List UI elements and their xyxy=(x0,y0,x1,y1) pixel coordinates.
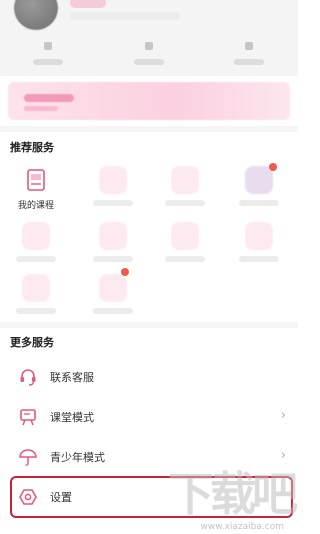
service-item[interactable] xyxy=(84,274,142,314)
headset-icon xyxy=(18,367,38,387)
service-icon xyxy=(99,222,127,250)
service-icon xyxy=(99,274,127,302)
watermark-url: www.xiazaiba.com xyxy=(200,522,284,532)
service-icon xyxy=(99,166,127,194)
whiteboard-icon xyxy=(18,407,38,427)
service-my-courses[interactable]: 我的课程 xyxy=(7,166,65,211)
list-item-contact-support[interactable]: 联系客服 xyxy=(0,357,298,397)
service-item[interactable] xyxy=(230,166,288,206)
service-icon xyxy=(245,166,273,194)
service-icon xyxy=(245,222,273,250)
umbrella-icon xyxy=(18,447,38,467)
list-item-label: 青少年模式 xyxy=(50,451,105,464)
notification-badge xyxy=(121,268,129,276)
service-icon xyxy=(171,166,199,194)
profile-header xyxy=(0,0,298,76)
section-divider xyxy=(0,126,298,132)
promo-banner[interactable] xyxy=(8,82,290,120)
more-services-title: 更多服务 xyxy=(10,336,54,349)
watermark-logo: 下载吧 xyxy=(168,467,298,521)
service-label: 我的课程 xyxy=(17,201,54,211)
course-book-icon xyxy=(22,166,50,194)
service-item[interactable] xyxy=(156,222,214,262)
chevron-right-icon: › xyxy=(280,408,286,423)
service-icon xyxy=(22,274,50,302)
user-info-blurred xyxy=(70,12,180,20)
notification-badge xyxy=(269,163,277,171)
service-item[interactable] xyxy=(84,222,142,262)
service-item[interactable] xyxy=(156,166,214,206)
service-icon xyxy=(171,222,199,250)
service-item[interactable] xyxy=(230,222,288,262)
user-name-blurred xyxy=(70,0,106,8)
avatar[interactable] xyxy=(14,0,58,30)
stat-item[interactable] xyxy=(119,42,179,65)
list-item-classroom-mode[interactable]: 课堂模式 › xyxy=(0,397,298,437)
stat-item[interactable] xyxy=(219,42,279,65)
service-item[interactable] xyxy=(84,166,142,206)
list-item-label: 联系客服 xyxy=(50,371,94,384)
service-icon xyxy=(22,222,50,250)
list-item-label: 课堂模式 xyxy=(50,411,94,424)
stat-item[interactable] xyxy=(18,42,78,65)
service-item[interactable] xyxy=(7,222,65,262)
service-item[interactable] xyxy=(7,274,65,314)
recommended-services-title: 推荐服务 xyxy=(10,141,54,154)
section-divider xyxy=(0,322,298,328)
